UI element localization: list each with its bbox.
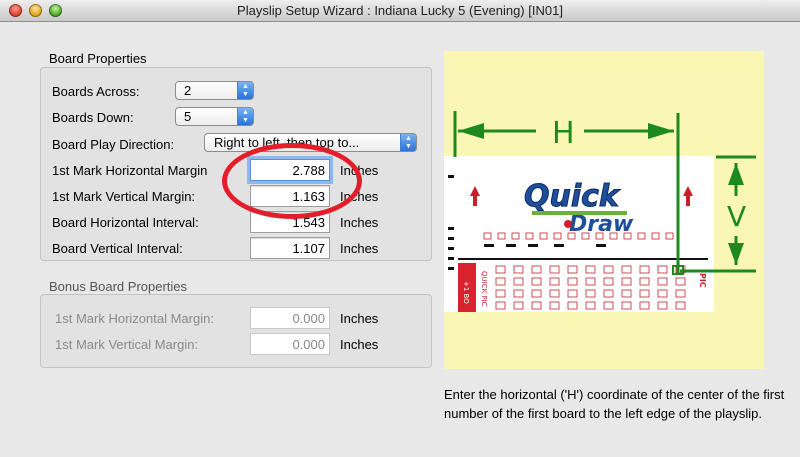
quick-pick-text: QUICK PIC — [480, 271, 488, 307]
v-margin-label: 1st Mark Vertical Margin: — [52, 189, 196, 204]
highlight-circle — [222, 143, 362, 219]
quick-logo-text: Quick — [524, 179, 621, 214]
pic-text: PIC — [698, 273, 707, 288]
bonus-h-margin-units: Inches — [340, 311, 379, 326]
bonus-v-margin-field[interactable]: 0.000 — [250, 333, 330, 355]
board-play-direction-label: Board Play Direction: — [52, 137, 175, 152]
h-interval-label: Board Horizontal Interval: — [52, 215, 199, 230]
bonus-h-margin-field[interactable]: 0.000 — [250, 307, 330, 329]
instruction-text: Enter the horizontal ('H') coordinate of… — [444, 387, 785, 421]
board-side-text: +1 BO — [462, 281, 470, 304]
window-title: Playslip Setup Wizard : Indiana Lucky 5 … — [237, 3, 563, 18]
h-interval-units: Inches — [340, 215, 379, 230]
v-interval-label: Board Vertical Interval: — [52, 241, 183, 256]
boards-down-select[interactable]: 5 ▲ ▼ — [175, 107, 254, 126]
v-interval-units: Inches — [340, 241, 379, 256]
h-label: H — [552, 116, 575, 151]
boards-across-select[interactable]: 2 ▲ ▼ — [175, 81, 254, 100]
bonus-v-margin-label: 1st Mark Vertical Margin: — [55, 337, 199, 352]
boards-across-value: 2 — [184, 83, 192, 98]
bonus-board-properties-title: Bonus Board Properties — [49, 279, 188, 294]
playslip-illustration: Quick Draw +1 BO QUICK PIC PIC H V — [444, 111, 756, 312]
v-interval-field[interactable]: 1.107 — [250, 237, 330, 259]
playslip-preview: Quick Draw +1 BO QUICK PIC PIC H V — [444, 51, 764, 369]
h-margin-label: 1st Mark Horizontal Margin — [52, 163, 208, 178]
stepper-arrows-icon: ▲ ▼ — [237, 82, 253, 99]
bonus-v-margin-units: Inches — [340, 337, 379, 352]
dropdown-arrows-icon: ▲ ▼ — [400, 134, 416, 151]
board-properties-title: Board Properties — [49, 51, 147, 66]
stepper-arrows-icon: ▲ ▼ — [237, 108, 253, 125]
boards-down-label: Boards Down: — [52, 110, 134, 125]
v-label: V — [727, 200, 746, 233]
logo-dot — [564, 220, 572, 228]
bonus-board-properties-group — [40, 294, 432, 368]
title-bar: Playslip Setup Wizard : Indiana Lucky 5 … — [0, 0, 800, 22]
bonus-h-margin-label: 1st Mark Horizontal Margin: — [55, 311, 214, 326]
boards-down-value: 5 — [184, 109, 192, 124]
boards-across-label: Boards Across: — [52, 84, 140, 99]
logo-swoosh — [532, 211, 627, 215]
separator-line — [458, 258, 708, 260]
